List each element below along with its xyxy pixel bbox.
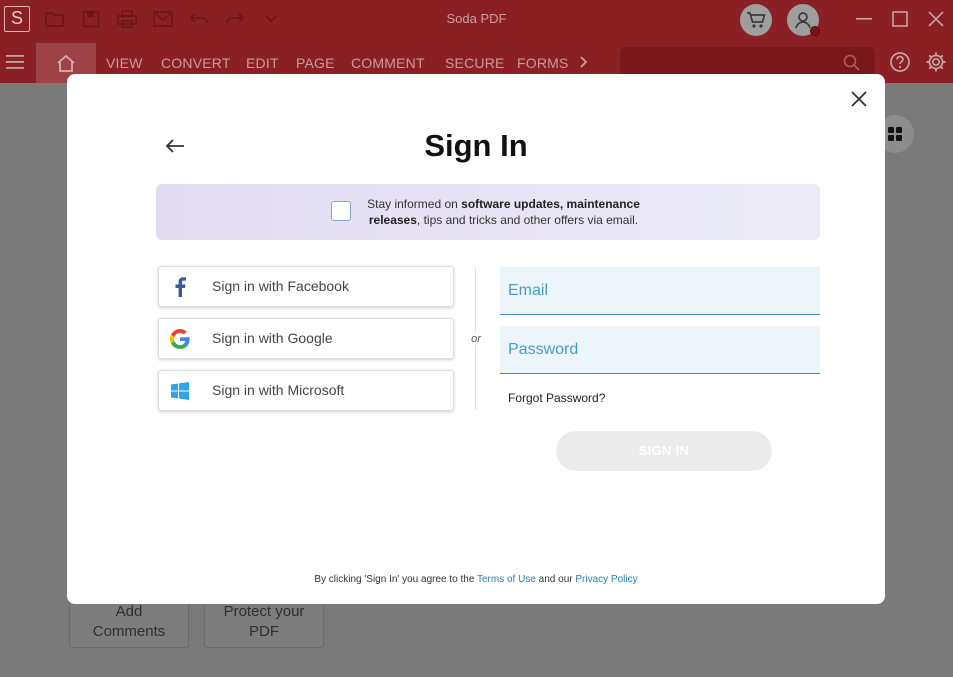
password-field[interactable] — [500, 326, 820, 374]
facebook-signin-button[interactable]: Sign in with Facebook — [158, 266, 454, 307]
email-input[interactable] — [500, 267, 820, 314]
status-dot — [810, 26, 820, 36]
hamburger-menu-icon[interactable] — [6, 54, 26, 75]
terms-of-use-link[interactable]: Terms of Use — [477, 574, 536, 585]
cart-icon — [747, 12, 766, 28]
password-input[interactable] — [500, 326, 820, 373]
gear-icon[interactable] — [925, 51, 947, 78]
tab-forms[interactable]: FORMS — [517, 55, 569, 71]
window-close-icon — [928, 11, 944, 27]
search-input[interactable] — [620, 47, 875, 77]
window-close-button[interactable] — [925, 8, 947, 30]
maximize-icon — [892, 11, 908, 27]
home-icon — [57, 54, 75, 72]
legal-text: By clicking 'Sign In' you agree to the T… — [314, 574, 638, 585]
sign-in-button[interactable]: SIGN IN — [556, 431, 772, 471]
title-bar: S Soda PDF — [0, 0, 953, 40]
or-label: or — [467, 333, 485, 345]
tab-comment[interactable]: COMMENT — [351, 55, 425, 71]
tab-edit[interactable]: EDIT — [246, 55, 279, 71]
google-signin-button[interactable]: Sign in with Google — [158, 318, 454, 359]
account-button[interactable] — [787, 4, 820, 36]
add-comments-button[interactable]: Add Comments — [69, 598, 189, 648]
maximize-button[interactable] — [889, 8, 911, 30]
windows-icon — [169, 380, 191, 402]
search-icon — [843, 54, 860, 71]
minimize-button[interactable] — [853, 8, 875, 30]
sign-in-dialog: Sign In Stay informed on software update… — [67, 74, 885, 604]
minimize-icon — [856, 18, 872, 20]
dialog-title: Sign In — [424, 128, 528, 163]
privacy-policy-link[interactable]: Privacy Policy — [575, 574, 637, 585]
newsletter-checkbox[interactable] — [331, 201, 351, 221]
tab-page[interactable]: PAGE — [296, 55, 335, 71]
forgot-password-link[interactable]: Forgot Password? — [508, 391, 605, 405]
close-icon — [851, 91, 867, 107]
microsoft-signin-button[interactable]: Sign in with Microsoft — [158, 370, 454, 411]
tab-secure[interactable]: SECURE — [445, 55, 505, 71]
tab-convert[interactable]: CONVERT — [161, 55, 231, 71]
protect-pdf-button[interactable]: Protect your PDF — [204, 598, 324, 648]
email-field[interactable] — [500, 267, 820, 315]
newsletter-text: Stay informed on software updates, maint… — [367, 197, 640, 227]
grid-icon — [888, 127, 902, 141]
help-icon[interactable] — [889, 51, 911, 78]
chevron-right-icon[interactable] — [578, 55, 590, 74]
facebook-icon — [169, 276, 191, 298]
newsletter-optin: Stay informed on software updates, maint… — [156, 184, 820, 240]
tab-view[interactable]: VIEW — [106, 55, 143, 71]
close-button[interactable] — [847, 87, 871, 111]
google-icon — [169, 328, 191, 350]
cart-button[interactable] — [740, 4, 772, 36]
